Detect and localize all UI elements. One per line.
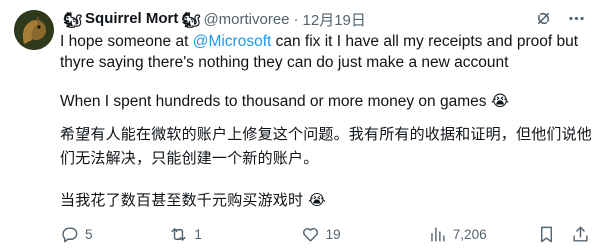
action-bar: 5 1 19 7,206 [60, 224, 590, 244]
squirrel-emoji-left: 🐿 [63, 11, 83, 29]
crying-emoji: 😭 [490, 93, 509, 110]
text-segment: I hope someone at [60, 33, 193, 50]
reply-icon [62, 226, 78, 242]
bookmark-button[interactable] [537, 225, 563, 244]
header-icons [534, 9, 586, 28]
text-segment: 当我花了数百甚至数千元购买游戏时 [60, 191, 304, 209]
more-icon[interactable] [567, 9, 586, 28]
heart-icon [302, 227, 318, 242]
post-date[interactable]: 12月19日 [303, 9, 366, 30]
user-handle[interactable]: @mortivoree [203, 11, 289, 28]
chinese-paragraph-2: 当我花了数百甚至数千元购买游戏时 😭 [60, 188, 592, 212]
display-name[interactable]: 🐿 Squirrel Mort 🐿 [60, 10, 203, 29]
tweet-text: I hope someone at @Microsoft can fix it … [60, 31, 592, 212]
reply-count: 5 [85, 226, 93, 242]
english-paragraph-2: When I spent hundreds to thousand or mor… [60, 91, 592, 112]
crying-emoji: 😭 [308, 191, 326, 209]
display-name-text: Squirrel Mort [85, 9, 179, 27]
text-segment: When I spent hundreds to thousand or mor… [60, 93, 487, 110]
grok-icon[interactable] [534, 9, 553, 28]
share-button[interactable] [571, 225, 590, 244]
bookmark-icon [541, 226, 553, 242]
views-icon [431, 226, 445, 242]
reply-button[interactable]: 5 [60, 225, 169, 244]
mention-link[interactable]: @Microsoft [193, 33, 272, 50]
avatar[interactable] [14, 10, 54, 50]
like-button[interactable]: 19 [301, 225, 428, 244]
english-paragraph-1: I hope someone at @Microsoft can fix it … [60, 31, 592, 73]
share-icon [573, 226, 588, 242]
view-count: 7,206 [452, 226, 487, 242]
views-button[interactable]: 7,206 [428, 225, 537, 244]
retweet-icon [171, 227, 186, 241]
retweet-button[interactable]: 1 [169, 225, 300, 244]
retweet-count: 1 [194, 226, 202, 242]
separator-dot: · [293, 10, 299, 28]
squirrel-avatar-image [14, 10, 54, 50]
squirrel-emoji-right: 🐿 [181, 11, 201, 29]
chinese-paragraph-1: 希望有人能在微软的账户上修复这个问题。我有所有的收据和证明，但他们说他们无法解决… [60, 125, 593, 167]
tweet-header: 🐿 Squirrel Mort 🐿 @mortivoree · 12月19日 [60, 8, 366, 30]
like-count: 19 [325, 226, 341, 242]
